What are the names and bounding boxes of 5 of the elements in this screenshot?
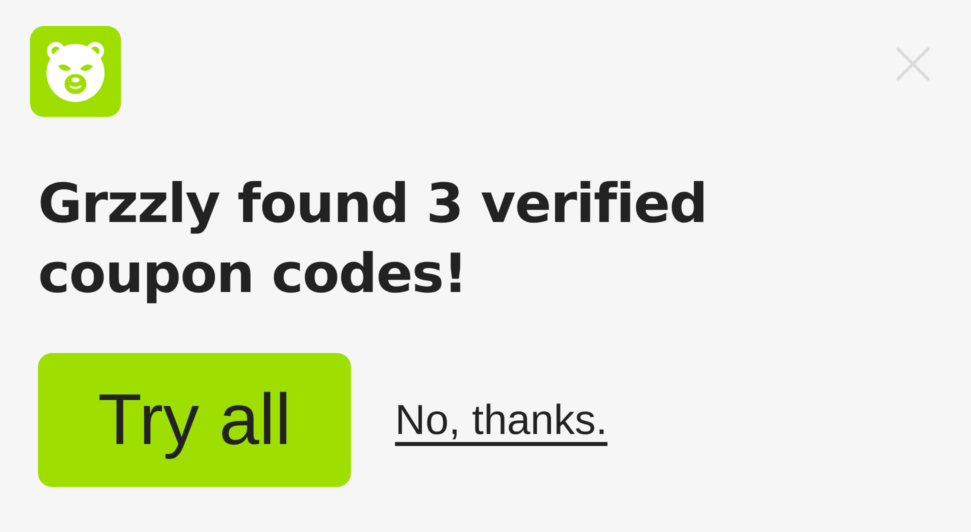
close-icon[interactable] [895,46,931,82]
try-all-button[interactable]: Try all [38,353,351,487]
headline: Grzzly found 3 verified coupon codes! [38,171,708,307]
bear-logo-icon [30,26,121,117]
dismiss-link[interactable]: No, thanks. [395,396,608,444]
